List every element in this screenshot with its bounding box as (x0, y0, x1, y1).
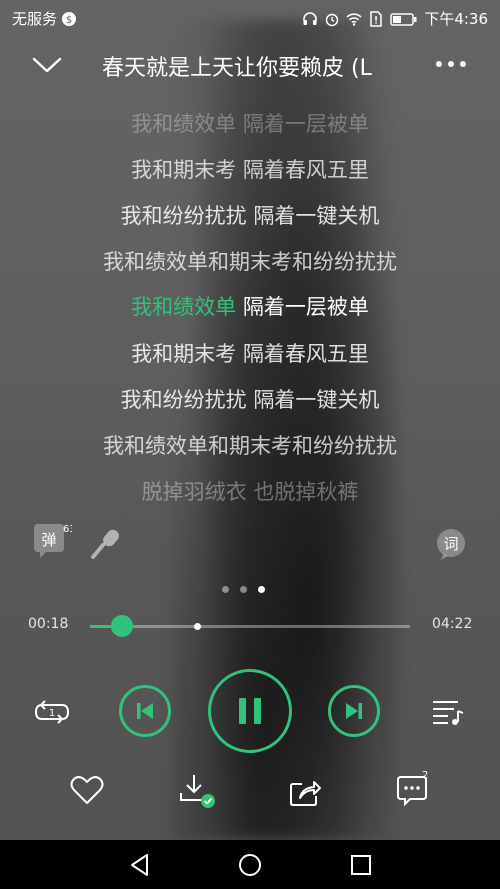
previous-track-button[interactable] (119, 685, 171, 737)
more-options-icon[interactable] (432, 54, 470, 74)
page-indicator (222, 586, 265, 593)
home-circle-icon[interactable] (237, 852, 263, 878)
previous-icon (137, 703, 153, 719)
svg-text:$: $ (66, 15, 72, 26)
repeat-one-icon: 1 (34, 700, 70, 724)
progress-track[interactable] (90, 615, 410, 637)
song-title: 春天就是上天让你要赖皮 (L (102, 56, 372, 81)
download-button[interactable] (178, 772, 218, 810)
lyric-line: 我和纷纷扰扰 隔着一键关机 (120, 204, 380, 228)
repeat-mode-button[interactable]: 1 (30, 695, 74, 729)
share-icon[interactable] (288, 776, 322, 808)
collapse-chevron-icon[interactable] (30, 50, 64, 78)
lyric-line: 我和绩效单和期末考和纷纷扰扰 (103, 250, 397, 274)
total-time: 04:22 (432, 616, 473, 632)
page-dot (240, 586, 247, 593)
data-saver-icon: $ (62, 11, 77, 26)
recents-square-icon[interactable] (348, 852, 374, 878)
next-track-button[interactable] (328, 685, 380, 737)
headphones-icon (303, 11, 318, 25)
comments-button[interactable]: 2 (396, 770, 432, 808)
battery-icon (390, 12, 417, 26)
sim-alert-icon (370, 10, 383, 27)
comment-icon: 2 (397, 770, 428, 807)
system-nav-bar (0, 840, 500, 889)
wifi-icon (346, 12, 362, 26)
playlist-icon (433, 701, 464, 725)
svg-text:1: 1 (49, 708, 55, 719)
status-bar: 无服务 $ 下午4:36 (0, 0, 500, 34)
download-icon (180, 775, 215, 808)
alarm-icon (326, 13, 339, 26)
lyric-line: 我和绩效单 隔着一层被单 (131, 112, 369, 136)
danmaku-count: 63 (63, 524, 72, 535)
playlist-button[interactable] (428, 695, 468, 729)
clock-text: 下午4:36 (424, 10, 488, 28)
svg-text:弹: 弹 (41, 531, 56, 549)
page-dot (222, 586, 229, 593)
lyric-line: 我和期末考 隔着春风五里 (131, 158, 369, 182)
progress-knob[interactable] (111, 615, 133, 637)
lyrics-toggle-button[interactable]: 词 (434, 526, 468, 562)
lyric-line: 脱掉羽绒衣 也脱掉秋裤 (141, 480, 359, 504)
pause-icon (239, 698, 261, 724)
comment-count: 2 (422, 770, 428, 781)
carrier-text: 无服务 (12, 10, 58, 28)
microphone-icon[interactable] (88, 526, 124, 562)
lyric-highlight: 我和绩效单 (131, 295, 237, 319)
lyrics-icon: 词 (437, 529, 465, 560)
page-dot (258, 586, 265, 593)
next-icon (346, 703, 362, 719)
lyrics-panel[interactable]: 我和绩效单 隔着一层被单 我和期末考 隔着春风五里 我和纷纷扰扰 隔着一键关机 … (0, 100, 500, 510)
danmaku-button[interactable]: 弹 63 (32, 522, 76, 560)
svg-text:词: 词 (443, 535, 458, 553)
play-pause-button[interactable] (208, 669, 292, 753)
lyric-line: 我和纷纷扰扰 隔着一键关机 (120, 388, 380, 412)
like-heart-icon[interactable] (70, 774, 104, 806)
danmaku-icon: 弹 63 (34, 524, 76, 558)
current-lyric-line: 我和绩效单 隔着一层被单 (131, 295, 369, 319)
elapsed-time: 00:18 (28, 616, 69, 632)
lyric-line: 我和绩效单和期末考和纷纷扰扰 (103, 434, 397, 458)
player-header: 春天就是上天让你要赖皮 (L (0, 40, 500, 90)
lyric-line: 我和期末考 隔着春风五里 (131, 342, 369, 366)
back-triangle-icon[interactable] (127, 852, 153, 878)
